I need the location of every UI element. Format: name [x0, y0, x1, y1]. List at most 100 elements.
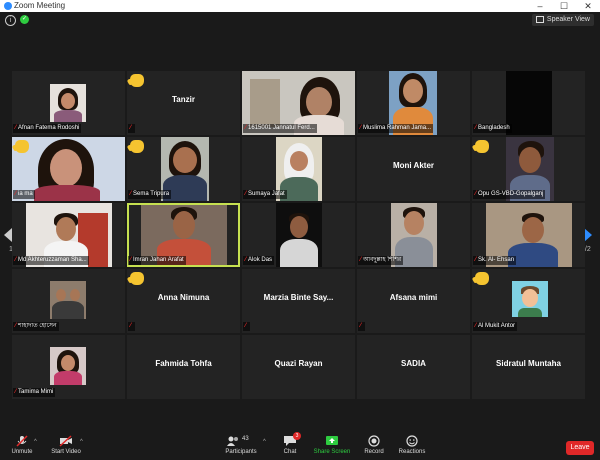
muted-mic-icon: ⁄ — [475, 191, 477, 197]
encryption-shield-icon[interactable]: ✓ — [20, 15, 29, 24]
window-title: Zoom Meeting — [14, 1, 66, 10]
raised-hand-icon — [130, 272, 144, 285]
zoom-logo-icon — [4, 2, 12, 10]
muted-mic-icon: ⁄ — [475, 323, 477, 329]
gallery-grid: ⁄ Afnan Fatema Rodoshi Tanzir ⁄ ⁄ 1615001 … — [12, 71, 588, 400]
participant-tile[interactable]: ⁄ Sumaya Jafat — [242, 137, 355, 201]
muted-mic-icon: ⁄ — [360, 125, 362, 131]
participants-label: Participants — [225, 449, 257, 455]
share-screen-label: Share Screen — [313, 449, 351, 455]
muted-mic-icon: ⁄ — [130, 323, 132, 329]
participant-tile[interactable]: ⁄ শাহাদাত হোসেন — [12, 269, 125, 333]
participant-name: ⁄ Bangladesh — [473, 124, 512, 133]
previous-page-arrow-icon[interactable] — [4, 228, 12, 242]
participants-button[interactable]: 43 Participants — [219, 435, 263, 455]
close-button[interactable]: ✕ — [576, 0, 600, 12]
muted-mic-icon: ⁄ — [15, 389, 17, 395]
reactions-button[interactable]: Reactions — [390, 435, 434, 455]
maximize-button[interactable]: ☐ — [552, 0, 576, 12]
muted-mic-icon: ⁄ — [15, 323, 17, 329]
participant-tile[interactable]: ⁄ Bangladesh — [472, 71, 585, 135]
leave-button[interactable]: Leave — [566, 441, 594, 455]
participant-tile[interactable]: Quazi Rayan — [242, 335, 355, 399]
participant-tile[interactable]: ⁄ আবদুল্লাহ শিশির — [357, 203, 470, 267]
participant-tile[interactable]: Tanzir ⁄ — [127, 71, 240, 135]
participant-name: ⁄ — [128, 124, 136, 133]
speaker-view-button[interactable]: Speaker View — [531, 14, 594, 26]
participant-tile[interactable]: ⁄ Opu GS-VBD-Gopalganj — [472, 137, 585, 201]
muted-mic-icon: ⁄ — [15, 125, 17, 131]
participant-tile[interactable]: ⁄ 1615001 Jannatul Ferd... — [242, 71, 355, 135]
participant-tile[interactable]: Fahmida Tohfa — [127, 335, 240, 399]
share-screen-button[interactable]: Share Screen — [310, 435, 354, 455]
meeting-info-icon[interactable]: i — [5, 15, 16, 26]
muted-mic-icon: ⁄ — [130, 191, 132, 197]
video-off-icon — [59, 435, 73, 447]
meeting-toolbar: Unmute ^ Start Video ^ 43 Participants ^… — [0, 432, 600, 460]
participant-tile[interactable]: Moni Akter — [357, 137, 470, 201]
participant-tile[interactable]: Afsana mimi ⁄ — [357, 269, 470, 333]
participant-tile[interactable]: ⁄ Md Akhteruzzaman Sha... — [12, 203, 125, 267]
raised-hand-icon — [475, 140, 489, 153]
participant-tile[interactable]: ⁄ Muslima Rahman Jama... — [357, 71, 470, 135]
muted-mic-icon: ⁄ — [245, 125, 247, 131]
muted-mic-icon: ⁄ — [130, 125, 132, 131]
participant-tile[interactable]: ⁄ Alok Das — [242, 203, 355, 267]
chat-unread-badge: 3 — [293, 432, 301, 440]
participant-tile[interactable]: ⁄ Afnan Fatema Rodoshi — [12, 71, 125, 135]
muted-mic-icon: ⁄ — [475, 125, 477, 131]
participant-name: ⁄ Tamima Mimi — [13, 388, 56, 397]
participant-video — [50, 281, 86, 319]
muted-mic-icon: ⁄ — [245, 257, 247, 263]
participant-video — [506, 71, 552, 135]
participant-tile[interactable]: ⁄ ia ma — [12, 137, 125, 201]
participant-name: ⁄ — [358, 322, 366, 331]
meeting-topbar: i ✓ Speaker View — [0, 12, 600, 28]
participant-name: ⁄ Muslima Rahman Jama... — [358, 124, 434, 133]
reactions-label: Reactions — [398, 449, 426, 455]
participant-display-name: Marzia Binte Say... — [263, 293, 334, 302]
participant-tile[interactable]: ⁄ Tamima Mimi — [12, 335, 125, 399]
start-video-button[interactable]: Start Video — [44, 435, 88, 455]
raised-hand-icon — [130, 140, 144, 153]
muted-mic-icon: ⁄ — [475, 257, 477, 263]
muted-microphone-icon — [15, 435, 29, 447]
chat-button[interactable]: 3 Chat — [268, 432, 312, 455]
participant-name: ⁄ ia ma — [13, 190, 35, 199]
participant-tile[interactable]: ⁄ Al Mukit Antor — [472, 269, 585, 333]
muted-mic-icon: ⁄ — [15, 257, 17, 263]
unmute-label: Unmute — [11, 449, 33, 455]
participants-options-caret-icon[interactable]: ^ — [263, 439, 266, 445]
record-icon — [367, 435, 381, 447]
minimize-button[interactable]: – — [528, 0, 552, 12]
participant-display-name: Sidratul Muntaha — [496, 359, 561, 368]
participant-tile[interactable]: Anna Nimuna ⁄ — [127, 269, 240, 333]
participant-name: ⁄ Sumaya Jafat — [243, 190, 287, 199]
raised-hand-icon — [475, 272, 489, 285]
participants-count: 43 — [242, 436, 249, 442]
video-options-caret-icon[interactable]: ^ — [80, 439, 83, 445]
participant-tile[interactable]: SADIA — [357, 335, 470, 399]
unmute-button[interactable]: Unmute — [0, 435, 44, 455]
participant-name: ⁄ Alok Das — [243, 256, 275, 265]
chat-icon: 3 — [283, 432, 301, 447]
participant-name: ⁄ Al Mukit Antor — [473, 322, 518, 331]
chat-label: Chat — [283, 449, 297, 455]
participant-tile[interactable]: ⁄ Sk. Al- Ehsan — [472, 203, 585, 267]
participant-tile-active-speaker[interactable]: ⁄ Imran Jahan Arafat — [127, 203, 240, 267]
participants-icon: 43 — [226, 435, 256, 447]
reactions-smiley-icon — [405, 435, 419, 447]
participant-tile[interactable]: ⁄ Sema Tripura — [127, 137, 240, 201]
participant-tile[interactable]: Marzia Binte Say... ⁄ — [242, 269, 355, 333]
muted-mic-icon: ⁄ — [245, 191, 247, 197]
participant-name: ⁄ Sema Tripura — [128, 190, 172, 199]
avatar — [512, 281, 548, 317]
raised-hand-icon — [130, 74, 144, 87]
participant-display-name: Anna Nimuna — [157, 293, 210, 302]
participant-name: ⁄ Opu GS-VBD-Gopalganj — [473, 190, 546, 199]
muted-mic-icon: ⁄ — [130, 257, 132, 263]
participant-video — [276, 203, 322, 267]
participant-tile[interactable]: Sidratul Muntaha — [472, 335, 585, 399]
participant-name: ⁄ Sk. Al- Ehsan — [473, 256, 517, 265]
audio-options-caret-icon[interactable]: ^ — [34, 439, 37, 445]
